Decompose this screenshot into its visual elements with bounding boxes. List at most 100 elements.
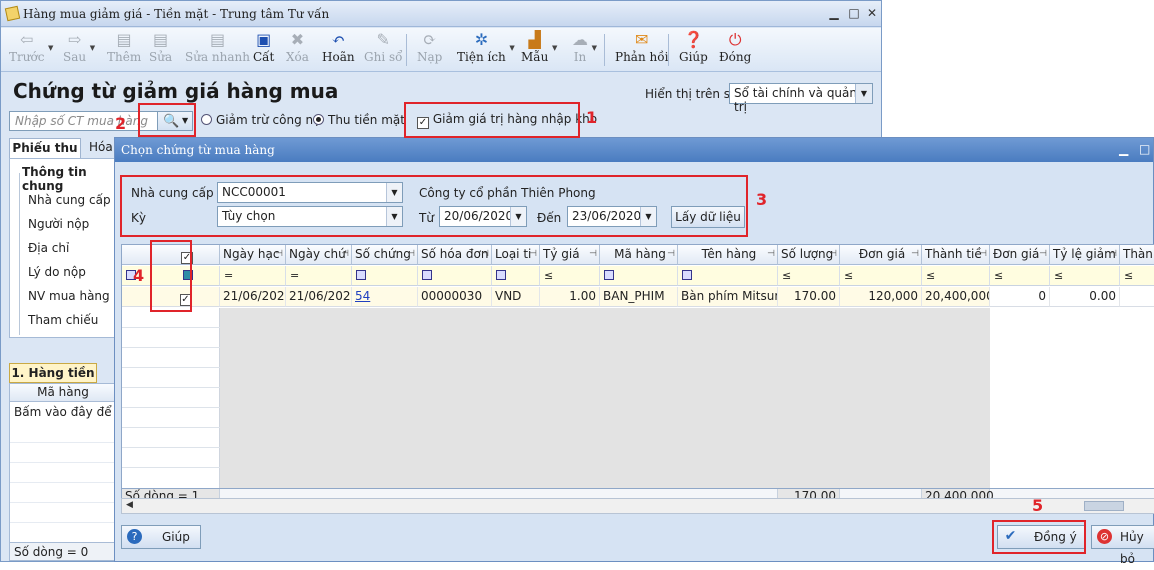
annotation-label-1: 1 [586, 108, 598, 127]
filter-cell[interactable]: ≤ [1050, 266, 1120, 286]
radio-selected-icon [313, 114, 324, 125]
cell-thanh-tien: 20,400,000 [922, 287, 990, 307]
filter-operator-icon [604, 270, 614, 280]
pin-icon[interactable]: ⊣ [767, 245, 775, 264]
filter-cell[interactable]: = [220, 266, 286, 286]
prev-button[interactable]: ⇦ Trước ▼ [9, 30, 53, 64]
pin-icon[interactable]: ⊣ [829, 245, 837, 264]
scrollbar-thumb[interactable] [1084, 501, 1124, 511]
feedback-button[interactable]: ✉ Phản hồi [615, 30, 668, 64]
pin-icon[interactable]: ⊣ [1109, 245, 1117, 264]
horizontal-scrollbar[interactable]: ◀ [121, 498, 1154, 514]
radio-thu-tien-mat[interactable]: Thu tiền mặt [313, 113, 405, 127]
dialog-minimize-button[interactable]: ▁ [1119, 142, 1128, 156]
pin-icon[interactable]: ⊣ [589, 245, 597, 264]
dialog-help-button[interactable]: ? Giúp [121, 525, 201, 549]
cancel-button[interactable]: ⊘ Hủy bỏ [1091, 525, 1154, 566]
filter-cell[interactable]: ≤ [540, 266, 600, 286]
radio-giam-tru-cong-no[interactable]: Giảm trừ công nợ [201, 113, 320, 127]
cell-ngay-hach-toan: 21/06/2020 [220, 287, 286, 307]
template-icon: ▟ [528, 30, 541, 49]
arrow-left-icon: ⇦ [20, 30, 34, 49]
pin-icon[interactable]: ⊣ [979, 245, 987, 264]
window-title: Hàng mua giảm giá - Tiền mặt - Trung tâm… [23, 7, 330, 21]
column-header: Số hóa đơn ⊣ [418, 245, 492, 265]
annotation-box-2 [138, 103, 196, 137]
next-button[interactable]: ⇨ Sau ▼ [63, 30, 95, 64]
group-border [19, 173, 20, 335]
filter-cell[interactable]: ≤ [1120, 266, 1154, 286]
edit-button[interactable]: ▤ Sửa [149, 30, 172, 64]
tab-hoa-don[interactable]: Hóa [89, 140, 113, 154]
group-title: Thông tin chung [22, 165, 87, 193]
pin-icon[interactable]: ⊣ [911, 245, 919, 264]
minimize-button[interactable]: ▁ [827, 7, 841, 21]
pin-icon[interactable]: ⊣ [1039, 245, 1047, 264]
close-button[interactable]: ⏻ Đóng [719, 30, 751, 64]
pin-icon[interactable]: ⊣ [481, 245, 489, 264]
maximize-button[interactable]: □ [847, 7, 861, 21]
dialog-maximize-button[interactable]: □ [1139, 142, 1150, 156]
pin-icon[interactable]: ⊣ [529, 245, 537, 264]
column-header: Mã hàng [10, 384, 116, 402]
filter-cell[interactable] [678, 266, 778, 286]
utilities-button[interactable]: ✲ Tiện ích ▼ [457, 30, 515, 64]
filter-cell[interactable]: ≤ [778, 266, 840, 286]
filter-operator-icon [682, 270, 692, 280]
filter-operator-icon [422, 270, 432, 280]
close-window-button[interactable]: ✕ [865, 7, 879, 21]
quick-edit-icon: ▤ [209, 30, 226, 49]
filter-cell[interactable] [600, 266, 678, 286]
tab-hang-tien[interactable]: 1. Hàng tiền [9, 363, 97, 383]
column-header: Thành tiề ⊣ [922, 245, 990, 265]
toolbar-separator [406, 34, 407, 66]
add-button[interactable]: ▤ Thêm [107, 30, 141, 64]
show-in-label: Hiển thị trên sổ [645, 87, 738, 101]
scroll-left-icon[interactable]: ◀ [126, 500, 133, 510]
filter-cell[interactable]: ≤ [922, 266, 990, 286]
column-header: Đơn giá ⊣ [990, 245, 1050, 265]
template-button[interactable]: ▟ Mẫu ▼ [521, 30, 557, 64]
undo-button[interactable]: ↶ Hoãn [322, 30, 355, 64]
row-selector[interactable] [122, 287, 152, 307]
cell-thanh-tien-giam[interactable] [1120, 287, 1154, 307]
cell-so-luong: 170.00 [778, 287, 840, 307]
column-header: Mã hàng ⊣ [600, 245, 678, 265]
filter-cell[interactable]: = [286, 266, 352, 286]
add-row-hint[interactable]: Bấm vào đây để thêm [10, 402, 116, 422]
cancel-icon: ⊘ [1097, 529, 1112, 544]
field-label: Lý do nộp [28, 265, 86, 279]
toolbar: ⇦ Trước ▼ ⇨ Sau ▼ ▤ Thêm ▤ Sửa ▤ Sửa nhanh ▣ Cất… [1, 28, 881, 72]
filter-cell[interactable] [492, 266, 540, 286]
reload-button[interactable]: ⟳ Nạp [417, 30, 442, 64]
filter-operator-icon [356, 270, 366, 280]
filter-cell[interactable]: ≤ [990, 266, 1050, 286]
filter-cell[interactable] [352, 266, 418, 286]
field-label: NV mua hàng [28, 289, 110, 303]
cell-so-hoa-don: 00000030 [418, 287, 492, 307]
print-button[interactable]: ☁ In ▼ [572, 30, 597, 64]
quick-edit-button[interactable]: ▤ Sửa nhanh [185, 30, 250, 64]
cell-don-gia-giam[interactable]: 0 [990, 287, 1050, 307]
field-label: Địa chỉ [28, 241, 70, 255]
filter-cell[interactable] [418, 266, 492, 286]
delete-button[interactable]: ✖ Xóa [286, 30, 309, 64]
post-button[interactable]: ✎ Ghi sổ [364, 30, 402, 64]
pin-icon[interactable]: ⊣ [667, 245, 675, 264]
search-input[interactable]: Nhập số CT mua hàng [9, 111, 159, 131]
show-in-select[interactable]: Sổ tài chính và quản trị ▼ [729, 83, 873, 114]
pin-icon[interactable]: ⊣ [341, 245, 349, 264]
filter-cell[interactable]: ≤ [840, 266, 922, 286]
save-button[interactable]: ▣ Cất [253, 30, 274, 64]
help-button[interactable]: ❓ Giúp [679, 30, 708, 64]
purchase-grid: ✓ Ngày hạc ⊣ Ngày chứ ⊣ Số chứng ⊣ Số hóa đ… [121, 244, 1154, 512]
so-chung-tu-link[interactable]: 54 [355, 289, 370, 303]
column-header: Tỷ giá ⊣ [540, 245, 600, 265]
cell-ty-le-giam[interactable]: 0.00 [1050, 287, 1120, 307]
tab-phieu-thu[interactable]: Phiếu thu [9, 138, 81, 158]
annotation-box-3 [120, 175, 748, 237]
close-icon: ⏻ [728, 30, 742, 49]
annotation-box-5 [992, 520, 1086, 554]
pin-icon[interactable]: ⊣ [407, 245, 415, 264]
pin-icon[interactable]: ⊣ [275, 245, 283, 264]
